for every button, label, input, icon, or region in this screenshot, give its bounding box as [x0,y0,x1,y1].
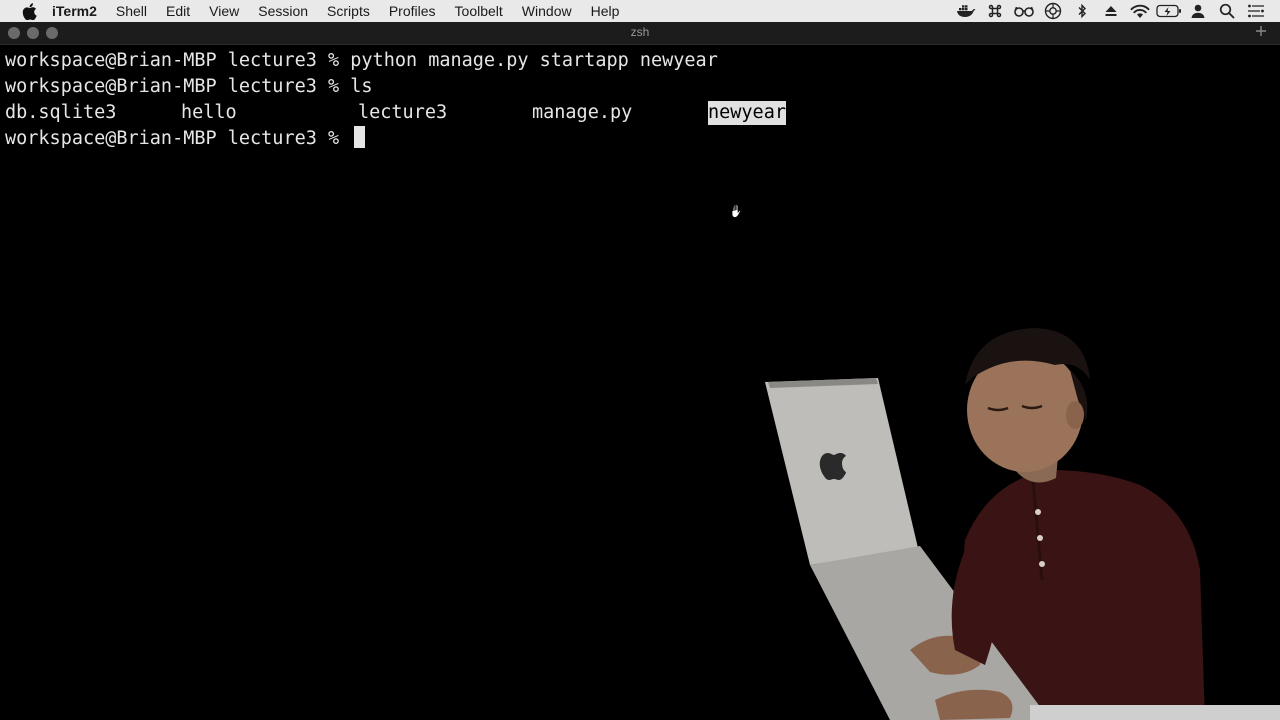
menu-scripts[interactable]: Scripts [327,3,370,19]
glasses-icon[interactable] [1009,0,1038,22]
command-icon[interactable] [980,0,1009,22]
wifi-icon[interactable] [1125,0,1154,22]
menu-toolbelt[interactable]: Toolbelt [455,3,503,19]
menu-bar: iTerm2 Shell Edit View Session Scripts P… [0,0,1280,22]
ls-item[interactable]: db.sqlite3 [5,101,116,125]
menu-shell[interactable]: Shell [116,3,147,19]
menu-window[interactable]: Window [522,3,572,19]
status-area [951,0,1270,22]
menu-help[interactable]: Help [591,3,620,19]
terminal-line-1: workspace@Brian-MBP lecture3 % python ma… [5,49,718,73]
ls-item[interactable]: lecture3 [358,101,447,125]
battery-charging-icon[interactable] [1154,0,1183,22]
control-center-icon[interactable] [1241,0,1270,22]
command-text: python manage.py startapp newyear [350,50,718,71]
window-title-bar: zsh [0,22,1280,45]
ls-item-selected[interactable]: newyear [708,101,786,125]
eject-icon[interactable] [1096,0,1125,22]
menu-edit[interactable]: Edit [166,3,190,19]
ls-output-line: db.sqlite3 hello lecture3 manage.py newy… [5,101,905,125]
app-menu-iterm2[interactable]: iTerm2 [52,3,97,19]
shell-prompt: workspace@Brian-MBP lecture3 % [5,50,351,71]
user-icon[interactable] [1183,0,1212,22]
ls-item[interactable]: hello [181,101,237,125]
terminal-pane[interactable]: workspace@Brian-MBP lecture3 % python ma… [0,46,1280,720]
hand-cursor-icon [731,204,742,218]
terminal-line-2: workspace@Brian-MBP lecture3 % ls [5,75,373,99]
search-icon[interactable] [1212,0,1241,22]
shell-prompt: workspace@Brian-MBP lecture3 % [5,76,351,97]
shell-prompt: workspace@Brian-MBP lecture3 % [5,128,351,149]
bluetooth-icon[interactable] [1067,0,1096,22]
menu-view[interactable]: View [209,3,239,19]
text-cursor [354,126,366,148]
ls-item[interactable]: manage.py [532,101,632,125]
menu-session[interactable]: Session [258,3,308,19]
new-tab-icon[interactable] [1254,24,1268,41]
command-text: ls [350,76,373,97]
terminal-line-current: workspace@Brian-MBP lecture3 % [5,126,366,151]
openai-icon[interactable] [1038,0,1067,22]
window-title: zsh [630,25,650,39]
docker-icon[interactable] [951,0,980,22]
apple-icon[interactable] [20,2,38,20]
presenter-image [765,328,1280,720]
menu-profiles[interactable]: Profiles [389,3,436,19]
